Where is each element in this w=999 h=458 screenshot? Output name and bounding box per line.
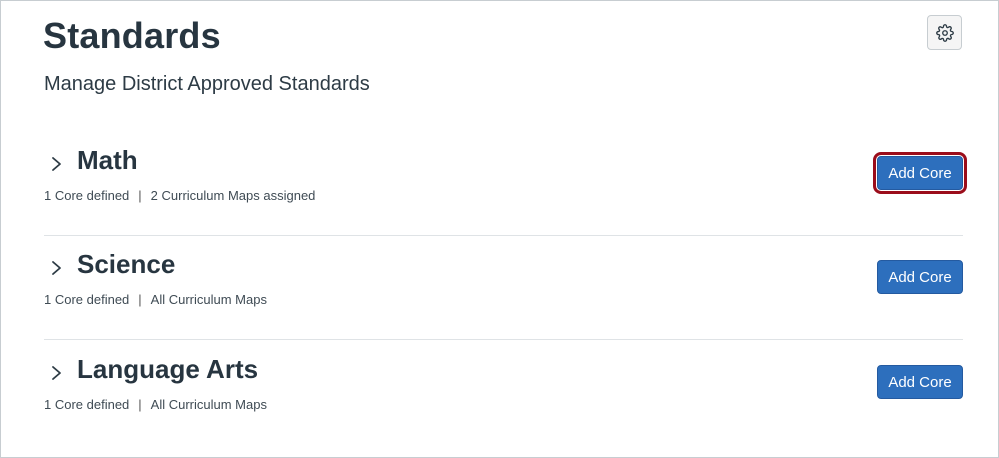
- curriculum-maps-status: All Curriculum Maps: [150, 292, 267, 307]
- page-title: Standards: [43, 15, 221, 56]
- section-meta: 1 Core defined | All Curriculum Maps: [44, 397, 267, 412]
- section-title[interactable]: Science: [77, 249, 175, 280]
- meta-separator: |: [138, 292, 142, 307]
- core-defined-count: 1 Core defined: [44, 188, 130, 203]
- settings-button[interactable]: [927, 15, 962, 50]
- section-meta: 1 Core defined | All Curriculum Maps: [44, 292, 267, 307]
- add-core-button[interactable]: Add Core: [873, 152, 967, 194]
- add-core-button[interactable]: Add Core: [877, 365, 963, 399]
- curriculum-maps-status: 2 Curriculum Maps assigned: [150, 188, 316, 203]
- standard-section-language-arts: Language Arts 1 Core defined | All Curricu…: [44, 340, 963, 444]
- core-defined-count: 1 Core defined: [44, 292, 130, 307]
- standard-section-science: Science 1 Core defined | All Curriculum Ma…: [44, 235, 963, 340]
- chevron-right-icon[interactable]: [46, 257, 66, 279]
- add-core-button[interactable]: Add Core: [877, 260, 963, 294]
- curriculum-maps-status: All Curriculum Maps: [150, 397, 267, 412]
- gear-icon: [935, 23, 954, 42]
- meta-separator: |: [138, 188, 142, 203]
- meta-separator: |: [138, 397, 142, 412]
- section-meta: 1 Core defined | 2 Curriculum Maps assigne…: [44, 188, 315, 203]
- section-title[interactable]: Language Arts: [77, 354, 258, 385]
- chevron-right-icon[interactable]: [46, 362, 66, 384]
- core-defined-count: 1 Core defined: [44, 397, 130, 412]
- section-title[interactable]: Math: [77, 145, 138, 176]
- standards-panel: Standards Manage District Approved Stand…: [0, 0, 999, 458]
- chevron-right-icon[interactable]: [46, 153, 66, 175]
- standard-section-math: Math 1 Core defined | 2 Curriculum Maps as…: [44, 131, 967, 236]
- page-subtitle: Manage District Approved Standards: [44, 73, 370, 95]
